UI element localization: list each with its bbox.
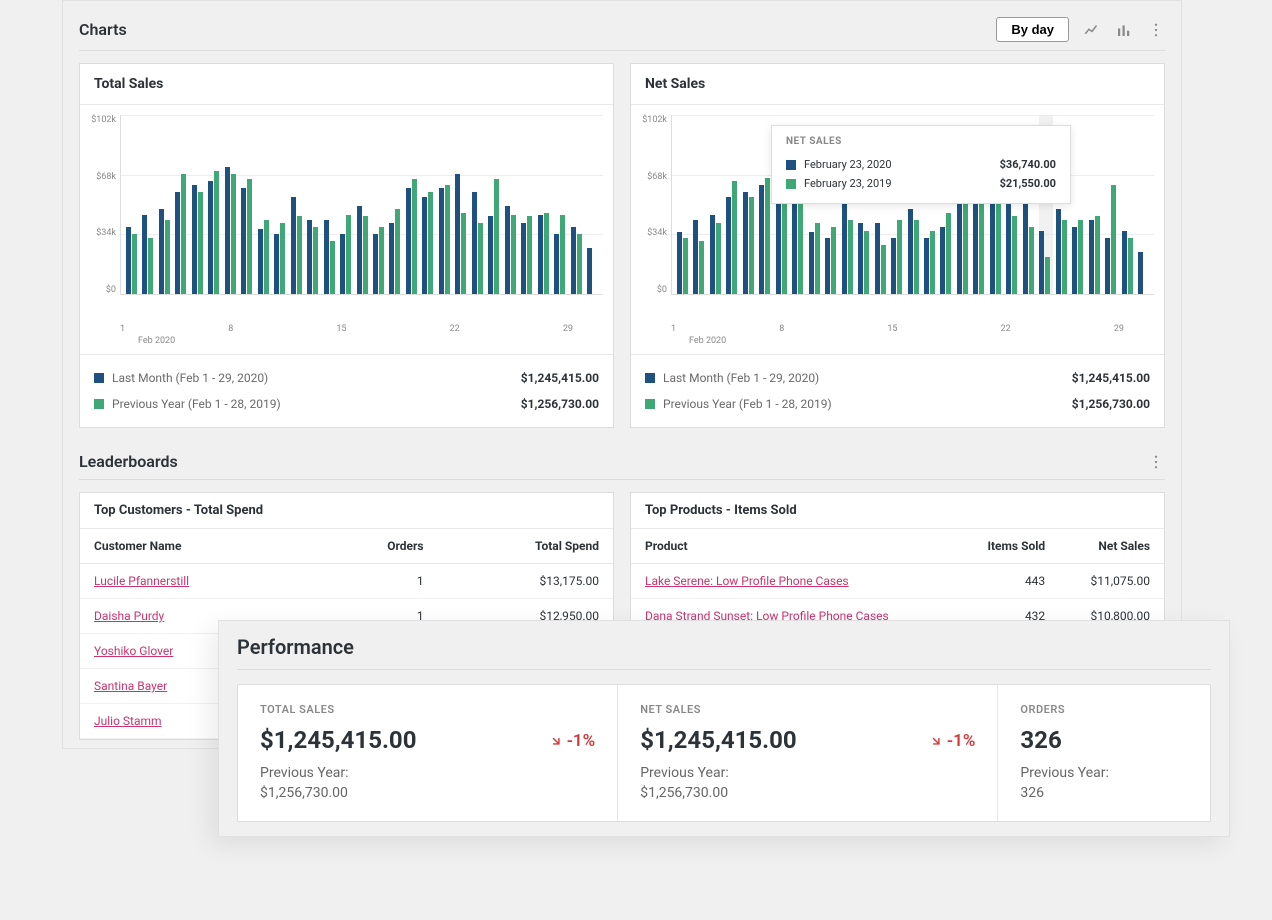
customer-link[interactable]: Lucile Pfannerstill (94, 574, 189, 588)
metric-value: $1,245,415.00 (260, 726, 595, 754)
arrow-down-right-icon (549, 734, 563, 748)
metric-change: -1% (549, 731, 596, 751)
x-sublabel: Feb 2020 (641, 336, 1154, 346)
legend-swatch-icon (786, 179, 796, 189)
legend-swatch-icon (94, 373, 104, 383)
chart-title: Total Sales (80, 64, 613, 105)
legend-row: Last Month (Feb 1 - 29, 2020) $1,245,415… (645, 365, 1150, 391)
legend-row: Previous Year (Feb 1 - 28, 2019) $1,256,… (645, 391, 1150, 417)
y-axis: $102k $68k $34k $0 (641, 115, 671, 295)
legend-row: Last Month (Feb 1 - 29, 2020) $1,245,415… (94, 365, 599, 391)
chart-legend: Last Month (Feb 1 - 29, 2020) $1,245,415… (631, 354, 1164, 427)
customer-link[interactable]: Julio Stamm (94, 714, 162, 728)
legend-swatch-icon (645, 399, 655, 409)
metric-label: NET SALES (640, 703, 975, 716)
leaderboards-title: Leaderboards (79, 452, 178, 471)
performance-title: Performance (237, 635, 1211, 670)
chart-legend: Last Month (Feb 1 - 29, 2020) $1,245,415… (80, 354, 613, 427)
performance-panel: Performance TOTAL SALES$1,245,415.00-1%P… (218, 620, 1230, 837)
metric-previous: Previous Year:$1,256,730.00 (260, 764, 595, 803)
customer-link[interactable]: Yoshiko Glover (94, 644, 173, 658)
legend-swatch-icon (94, 399, 104, 409)
plot-area[interactable] (120, 115, 603, 295)
interval-button[interactable]: By day (996, 17, 1069, 42)
metric-value: $1,245,415.00 (640, 726, 975, 754)
metric-previous: Previous Year:326 (1020, 764, 1188, 803)
x-axis: 1 8 15 22 29 (641, 320, 1154, 334)
metric-cell[interactable]: ORDERS 326 Previous Year:326 (998, 685, 1210, 821)
metric-label: ORDERS (1020, 703, 1188, 716)
charts-header: Charts By day (79, 17, 1165, 51)
tooltip-row: February 23, 2019 $21,550.00 (786, 174, 1056, 193)
metric-cell[interactable]: NET SALES $1,245,415.00-1% Previous Year:$… (618, 685, 998, 821)
kebab-menu-icon[interactable] (1147, 453, 1165, 471)
table-row: Lucile Pfannerstill1$13,175.00 (80, 564, 613, 599)
charts-controls: By day (996, 17, 1165, 42)
net-sales-chart: Net Sales $102k $68k $34k $0 (630, 63, 1165, 428)
metric-label: TOTAL SALES (260, 703, 595, 716)
customer-link[interactable]: Daisha Purdy (94, 609, 164, 623)
x-sublabel: Feb 2020 (90, 336, 603, 346)
line-chart-icon[interactable] (1083, 21, 1101, 39)
legend-row: Previous Year (Feb 1 - 28, 2019) $1,256,… (94, 391, 599, 417)
bar-chart-icon[interactable] (1115, 21, 1133, 39)
total-sales-chart: Total Sales $102k $68k $34k $0 (79, 63, 614, 428)
metric-cell[interactable]: TOTAL SALES $1,245,415.00-1% Previous Year… (238, 685, 618, 821)
chart-tooltip: NET SALES February 23, 2020 $36,740.00 F… (771, 125, 1071, 204)
kebab-menu-icon[interactable] (1147, 21, 1165, 39)
table-row: Lake Serene: Low Profile Phone Cases443$… (631, 564, 1164, 599)
performance-grid: TOTAL SALES$1,245,415.00-1%Previous Year… (237, 684, 1211, 822)
legend-swatch-icon (786, 160, 796, 170)
metric-previous: Previous Year:$1,256,730.00 (640, 764, 975, 803)
metric-change: -1% (929, 731, 976, 751)
charts-title: Charts (79, 20, 127, 39)
tooltip-row: February 23, 2020 $36,740.00 (786, 155, 1056, 174)
product-link[interactable]: Lake Serene: Low Profile Phone Cases (645, 574, 849, 588)
x-axis: 1 8 15 22 29 (90, 320, 603, 334)
metric-value: 326 (1020, 726, 1188, 754)
legend-swatch-icon (645, 373, 655, 383)
arrow-down-right-icon (929, 734, 943, 748)
y-axis: $102k $68k $34k $0 (90, 115, 120, 295)
customer-link[interactable]: Santina Bayer (94, 679, 167, 693)
chart-title: Net Sales (631, 64, 1164, 105)
charts-row: Total Sales $102k $68k $34k $0 (79, 63, 1165, 428)
